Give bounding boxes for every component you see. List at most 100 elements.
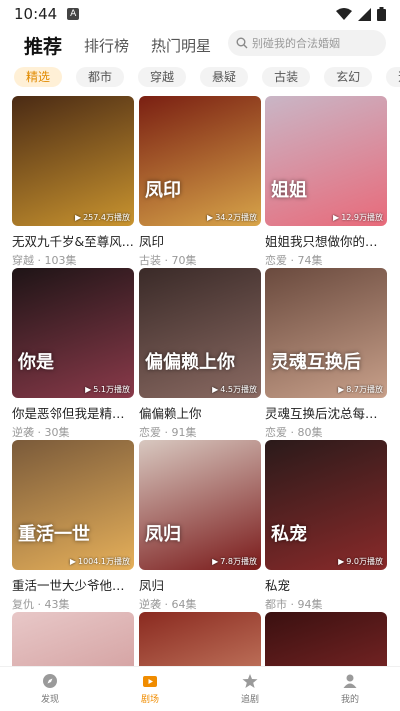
- drama-episodes: 70集: [171, 254, 197, 267]
- drama-card[interactable]: 偏偏赖上你 ▶ 4.5万播放偏偏赖上你恋爱 · 91集: [139, 268, 261, 440]
- drama-genre: 复仇: [12, 598, 34, 611]
- play-icon: ▶: [207, 213, 214, 222]
- drama-card[interactable]: 凤印 ▶ 34.2万播放凤印古装 · 70集: [139, 96, 261, 268]
- meta-separator: ·: [34, 426, 45, 439]
- drama-poster[interactable]: [12, 612, 134, 666]
- drama-card[interactable]: 灵魂互换后 ▶ 8.7万播放灵魂互换后沈总每天... 恋爱 · 80集: [265, 268, 387, 440]
- drama-meta: 逆袭 · 64集: [139, 596, 261, 612]
- drama-title[interactable]: 灵魂互换后沈总每天...: [265, 403, 387, 422]
- drama-episodes: 74集: [297, 254, 323, 267]
- drama-poster[interactable]: ▶ 257.4万播放: [12, 96, 134, 226]
- drama-card[interactable]: 姐姐 ▶ 12.9万播放 姐姐我只想做你的男... 恋爱 · 74集: [265, 96, 387, 268]
- drama-poster[interactable]: 灵魂互换后 ▶ 8.7万播放: [265, 268, 387, 398]
- drama-title[interactable]: 你是恶邻但我是精神病: [12, 403, 134, 422]
- search-input[interactable]: 别碰我的合法婚姻: [228, 30, 386, 56]
- drama-card[interactable]: [139, 612, 261, 666]
- tab-recommended[interactable]: 推荐: [24, 32, 62, 59]
- drama-episodes: 91集: [171, 426, 197, 439]
- nav-theater-label: 剧场: [140, 695, 159, 705]
- play-icon: ▶: [69, 557, 76, 566]
- drama-poster[interactable]: 姐姐 ▶ 12.9万播放: [265, 96, 387, 226]
- poster-title-art: 私宠: [271, 524, 307, 545]
- play-count-text: 9.0万播放: [346, 557, 383, 566]
- tab-hot-stars[interactable]: 热门明星: [151, 35, 211, 56]
- play-count-text: 1004.1万播放: [78, 557, 130, 566]
- play-count: ▶ 12.9万播放: [333, 212, 383, 223]
- play-icon: ▶: [85, 385, 92, 394]
- drama-title[interactable]: 姐姐我只想做你的男...: [265, 231, 387, 250]
- drama-title[interactable]: 私宠: [265, 575, 387, 594]
- drama-poster[interactable]: 你是 ▶ 5.1万播放: [12, 268, 134, 398]
- poster-image: [139, 612, 261, 666]
- drama-meta: 恋爱 · 91集: [139, 424, 261, 440]
- drama-title[interactable]: 凤归: [139, 575, 261, 594]
- wifi-icon: [336, 7, 352, 20]
- nav-me-label: 我的: [340, 695, 359, 705]
- drama-poster[interactable]: 重活一世 ▶ 1004.1万播放: [12, 440, 134, 570]
- drama-poster[interactable]: [265, 612, 387, 666]
- drama-genre: 逆袭: [12, 426, 34, 439]
- meta-separator: ·: [34, 254, 45, 267]
- drama-genre: 古装: [139, 254, 161, 267]
- drama-poster[interactable]: [139, 612, 261, 666]
- drama-meta: 穿越 · 103集: [12, 252, 134, 268]
- star-icon: [242, 674, 258, 688]
- poster-image: [139, 268, 261, 398]
- category-urban[interactable]: 都市: [76, 67, 125, 87]
- top-tabs: 推荐 排行榜 热门明星 别碰我的合法婚姻: [0, 28, 400, 62]
- drama-title[interactable]: 凤印: [139, 231, 261, 250]
- poster-title-art: 凤归: [145, 524, 181, 545]
- nav-theater[interactable]: 剧场: [100, 667, 200, 711]
- person-icon: [343, 674, 357, 688]
- drama-title[interactable]: 无双九千岁&至尊风...: [12, 231, 134, 250]
- drama-poster[interactable]: 凤印 ▶ 34.2万播放: [139, 96, 261, 226]
- play-icon: ▶: [333, 213, 340, 222]
- drama-episodes: 103集: [44, 254, 77, 267]
- category-fantasy[interactable]: 玄幻: [324, 67, 373, 87]
- drama-card[interactable]: ▶ 257.4万播放无双九千岁&至尊风... 穿越 · 103集: [12, 96, 134, 268]
- drama-poster[interactable]: 凤归 ▶ 7.8万播放: [139, 440, 261, 570]
- play-count-text: 257.4万播放: [83, 213, 130, 222]
- category-costume[interactable]: 古装: [262, 67, 311, 87]
- category-comeback[interactable]: 逆袭: [386, 67, 400, 87]
- drama-meta: 恋爱 · 80集: [265, 424, 387, 440]
- drama-card[interactable]: [265, 612, 387, 666]
- drama-genre: 逆袭: [139, 598, 161, 611]
- play-count: ▶ 8.7万播放: [338, 384, 383, 395]
- play-icon: ▶: [338, 557, 345, 566]
- tab-ranking[interactable]: 排行榜: [84, 35, 129, 56]
- drama-card[interactable]: 重活一世 ▶ 1004.1万播放 重活一世大少爷他杀... 复仇 · 43集: [12, 440, 134, 612]
- drama-poster[interactable]: 偏偏赖上你 ▶ 4.5万播放: [139, 268, 261, 398]
- play-icon: ▶: [74, 213, 82, 222]
- signal-icon: [358, 7, 371, 21]
- play-count-text: 12.9万播放: [341, 213, 383, 222]
- drama-card[interactable]: 私宠 ▶ 9.0万播放 私宠 都市 · 94集: [265, 440, 387, 612]
- play-count: ▶ 257.4万播放: [75, 212, 130, 223]
- poster-image: [265, 612, 387, 666]
- drama-title[interactable]: 重活一世大少爷他杀...: [12, 575, 134, 594]
- drama-poster[interactable]: 私宠 ▶ 9.0万播放: [265, 440, 387, 570]
- nav-discover[interactable]: 发现: [0, 667, 100, 711]
- app-notification-icon: A: [67, 8, 80, 20]
- nav-following-label: 追剧: [240, 695, 259, 705]
- category-featured[interactable]: 精选: [14, 67, 63, 87]
- drama-meta: 古装 · 70集: [139, 252, 261, 268]
- poster-title-art: 重活一世: [18, 524, 90, 545]
- drama-episodes: 64集: [171, 598, 197, 611]
- drama-title[interactable]: 偏偏赖上你: [139, 403, 261, 422]
- nav-me[interactable]: 我的: [300, 667, 400, 711]
- drama-card[interactable]: 你是 ▶ 5.1万播放 你是恶邻但我是精神病 逆袭 · 30集: [12, 268, 134, 440]
- play-count-text: 5.1万播放: [93, 385, 130, 394]
- poster-image: [12, 96, 134, 226]
- nav-following[interactable]: 追剧: [200, 667, 300, 711]
- drama-card[interactable]: [12, 612, 134, 666]
- drama-episodes: 43集: [44, 598, 70, 611]
- bottom-nav: 发现 剧场 追剧 我的: [0, 666, 400, 711]
- category-time-travel[interactable]: 穿越: [138, 67, 187, 87]
- play-icon: ▶: [338, 385, 345, 394]
- drama-episodes: 94集: [297, 598, 323, 611]
- poster-image: [139, 440, 261, 570]
- compass-icon: [43, 674, 57, 688]
- category-suspense[interactable]: 悬疑: [200, 67, 249, 87]
- drama-card[interactable]: 凤归 ▶ 7.8万播放 凤归 逆袭 · 64集: [139, 440, 261, 612]
